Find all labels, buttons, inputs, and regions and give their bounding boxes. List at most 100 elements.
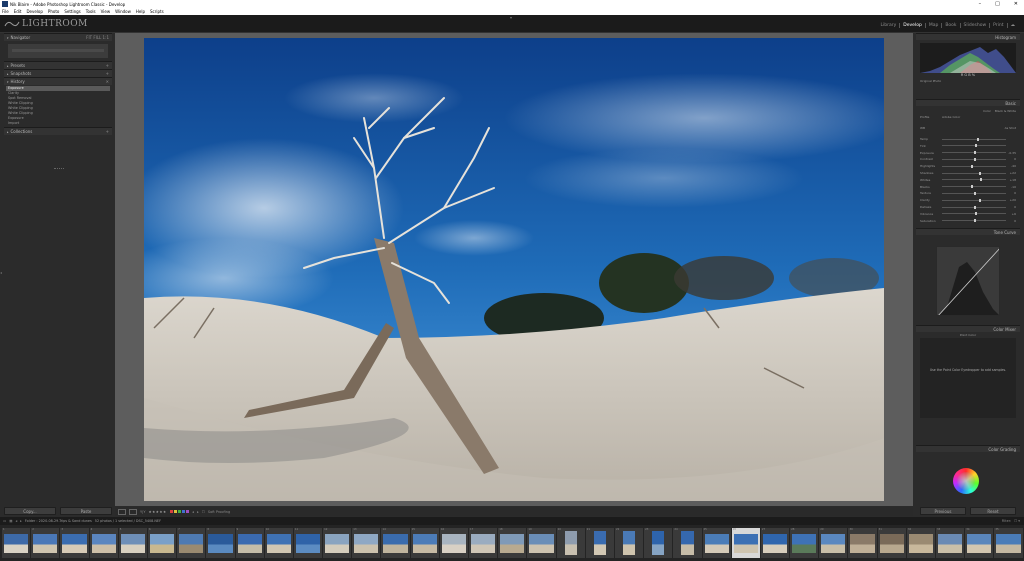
module-print[interactable]: Print	[990, 23, 1008, 28]
menu-photo[interactable]: Photo	[48, 9, 59, 14]
slider-dehaze[interactable]: Dehaze 0	[920, 205, 1016, 209]
clear-history-icon[interactable]: ✕	[106, 79, 109, 84]
collections-header[interactable]: ▸ Collections +	[4, 127, 112, 135]
tone-curve-graph[interactable]	[936, 246, 1000, 316]
history-header[interactable]: ▾ History ✕	[4, 77, 112, 85]
slider-value[interactable]: +20	[1006, 198, 1016, 202]
menu-scripts[interactable]: Scripts	[150, 9, 164, 14]
filmstrip-thumbnail[interactable]: 2	[31, 528, 60, 558]
slider-thumb[interactable]	[975, 212, 978, 216]
slider-clarity[interactable]: Clarity +20	[920, 198, 1016, 202]
filmstrip-thumbnail[interactable]: 10	[264, 528, 293, 558]
filmstrip-thumbnail[interactable]: 4	[89, 528, 118, 558]
module-develop[interactable]: Develop	[900, 23, 926, 28]
color-mixer-header[interactable]: Color Mixer	[916, 325, 1020, 332]
slider-thumb[interactable]	[974, 191, 976, 195]
filmstrip-thumbnail[interactable]: 31	[877, 528, 906, 558]
point-color-box[interactable]: Use the Point Color Eyedropper to add sa…	[920, 338, 1016, 418]
color-label-blue[interactable]	[182, 509, 186, 513]
filmstrip-thumbnail[interactable]: 34	[965, 528, 994, 558]
filmstrip-thumbnail[interactable]: 13	[352, 528, 381, 558]
slider-vibrance[interactable]: Vibrance +6	[920, 212, 1016, 216]
filmstrip-thumbnail[interactable]: 9	[235, 528, 264, 558]
filmstrip-thumbnail[interactable]: 23	[644, 528, 673, 558]
menu-edit[interactable]: Edit	[14, 9, 22, 14]
slider-texture[interactable]: Texture 0	[920, 191, 1016, 195]
module-map[interactable]: Map	[926, 23, 943, 28]
slider-track[interactable]	[942, 185, 1006, 189]
zoom-options[interactable]: FIT FILL 1:1	[86, 35, 109, 40]
slider-track[interactable]	[942, 151, 1006, 155]
module-web[interactable]: ☁	[1008, 23, 1019, 28]
copy-button[interactable]: Copy...	[4, 507, 56, 515]
slider-track[interactable]	[942, 144, 1006, 148]
soft-proofing-checkbox[interactable]: ☐	[202, 510, 205, 514]
prev-photo-icon[interactable]: ◂	[192, 510, 194, 514]
slider-track[interactable]	[942, 205, 1006, 209]
presets-header[interactable]: ▸ Presets +	[4, 61, 112, 69]
menu-develop[interactable]: Develop	[26, 9, 42, 14]
rating-stars[interactable]: ★★★★★	[148, 510, 166, 514]
slider-whites[interactable]: Whites +18	[920, 178, 1016, 182]
slider-track[interactable]	[942, 178, 1006, 182]
wb-value[interactable]: As Shot	[1005, 126, 1016, 130]
color-label-green[interactable]	[177, 509, 181, 513]
basic-header[interactable]: Basic	[916, 99, 1020, 106]
histogram[interactable]	[920, 43, 1016, 73]
slider-tint[interactable]: Tint	[920, 144, 1016, 148]
profile-value[interactable]: Adobe Color	[942, 115, 960, 119]
forward-arrow-icon[interactable]: ▸	[20, 519, 22, 523]
filmstrip-thumbnail[interactable]: 32	[906, 528, 935, 558]
slider-thumb[interactable]	[975, 144, 978, 148]
slider-thumb[interactable]	[974, 205, 976, 209]
menu-view[interactable]: View	[101, 9, 111, 14]
slider-value[interactable]: -10	[1006, 185, 1016, 189]
slider-value[interactable]: +18	[1006, 178, 1016, 182]
slider-contrast[interactable]: Contrast 0	[920, 157, 1016, 161]
slider-thumb[interactable]	[974, 219, 976, 223]
color-grading-wheel[interactable]	[953, 468, 979, 494]
slider-thumb[interactable]	[970, 164, 973, 168]
filmstrip-thumbnail[interactable]: 33	[936, 528, 965, 558]
before-after-icon[interactable]	[129, 508, 137, 515]
histogram-header[interactable]: Histogram	[916, 33, 1020, 40]
history-item[interactable]: Import	[6, 121, 110, 126]
slider-thumb[interactable]	[971, 185, 974, 189]
original-photo-row[interactable]: Original Photo	[920, 79, 1016, 83]
flag-colors[interactable]	[169, 509, 190, 514]
slider-value[interactable]: -40	[1006, 164, 1016, 168]
grid-icon[interactable]: ▦	[9, 519, 12, 523]
slider-thumb[interactable]	[979, 198, 982, 202]
filmstrip-thumbnail[interactable]: 28	[790, 528, 819, 558]
filmstrip-thumbnail[interactable]: 1	[2, 528, 31, 558]
add-collection-icon[interactable]: +	[106, 129, 109, 134]
paste-button[interactable]: Paste	[60, 507, 112, 515]
filmstrip-thumbnail[interactable]: 14	[381, 528, 410, 558]
slider-shadows[interactable]: Shadows +22	[920, 171, 1016, 175]
slider-value[interactable]: 0	[1006, 219, 1016, 223]
slider-value[interactable]: +22	[1006, 171, 1016, 175]
slider-track[interactable]	[942, 157, 1006, 161]
slider-thumb[interactable]	[977, 137, 980, 141]
navigator-header[interactable]: ▾ Navigator FIT FILL 1:1	[4, 33, 112, 41]
slider-value[interactable]: 0	[1006, 205, 1016, 209]
loupe-view-icon[interactable]	[118, 508, 126, 515]
filmstrip-thumbnail[interactable]: 24	[673, 528, 702, 558]
treatment-bw[interactable]: Black & White	[995, 109, 1016, 113]
navigator-preview[interactable]	[8, 44, 108, 58]
color-grading-header[interactable]: Color Grading	[916, 445, 1020, 452]
panel-toggle-top-icon[interactable]: ▾	[510, 15, 512, 20]
slider-track[interactable]	[942, 191, 1006, 195]
filmstrip-thumbnail[interactable]: 6	[147, 528, 177, 558]
module-slideshow[interactable]: Slideshow	[961, 23, 991, 28]
treatment-color[interactable]: Color	[983, 109, 991, 113]
filmstrip-thumbnail[interactable]: 17	[469, 528, 498, 558]
reset-button[interactable]: Reset	[970, 507, 1016, 515]
filmstrip-thumbnail[interactable]: 7	[177, 528, 206, 558]
profile-row[interactable]: Profile Adobe Color	[920, 115, 1016, 119]
menu-file[interactable]: File	[2, 9, 9, 14]
color-label-yellow[interactable]	[173, 509, 177, 513]
slider-track[interactable]	[942, 171, 1006, 175]
filmstrip-thumbnail[interactable]: 5	[118, 528, 147, 558]
filmstrip-thumbnail[interactable]: 3	[60, 528, 89, 558]
